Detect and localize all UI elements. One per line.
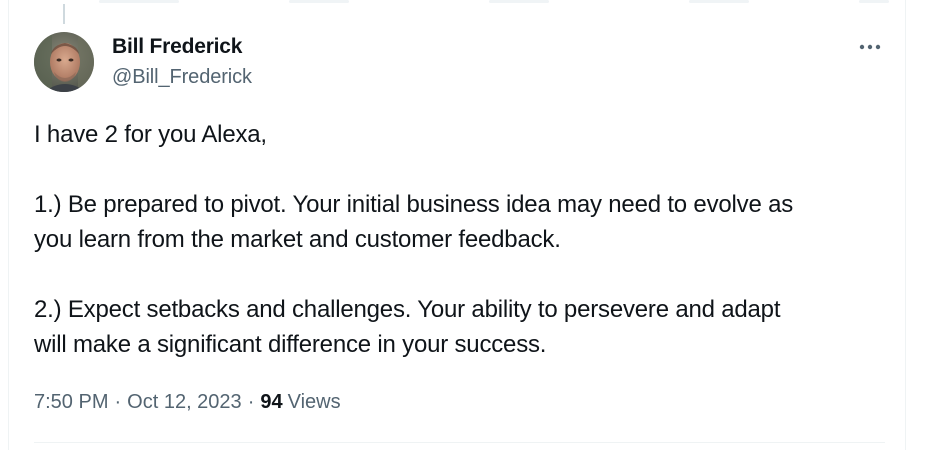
views-label: Views (287, 391, 341, 413)
meta-separator: · (247, 391, 255, 413)
tweet-text-point-1-line-2: you learn from the market and customer f… (34, 226, 561, 253)
tweet-text-point-2-line-2: will make a significant difference in yo… (34, 331, 547, 358)
more-options-button[interactable] (853, 34, 887, 60)
tweet-time[interactable]: 7:50 PM (34, 391, 108, 414)
tweet-meta: 7:50 PM · Oct 12, 2023 · 94 Views (34, 391, 341, 414)
previous-tweet-edge (859, 0, 889, 3)
previous-tweet-edge (489, 0, 549, 3)
thread-connector-line (63, 4, 65, 24)
views-count: 94 (260, 391, 283, 413)
previous-tweet-edge (289, 0, 349, 3)
tweet-text-point-1-line-1: 1.) Be prepared to pivot. Your initial b… (34, 191, 794, 218)
meta-separator: · (114, 391, 122, 413)
tweet-text-intro: I have 2 for you Alexa, (34, 121, 267, 148)
tweet-text: I have 2 for you Alexa, 1.) Be prepared … (34, 117, 884, 362)
previous-tweet-edge (99, 0, 179, 3)
author-name[interactable]: Bill Frederick (112, 35, 242, 59)
tweet-date[interactable]: Oct 12, 2023 (127, 391, 242, 414)
divider (34, 442, 885, 443)
tweet-card: Bill Frederick @Bill_Frederick I have 2 … (8, 0, 906, 450)
person-avatar-icon (34, 32, 94, 92)
author-handle[interactable]: @Bill_Frederick (112, 66, 252, 89)
more-horizontal-icon (859, 44, 881, 50)
avatar[interactable] (34, 32, 94, 92)
tweet-text-point-2-line-1: 2.) Expect setbacks and challenges. Your… (34, 296, 781, 323)
previous-tweet-edge (689, 0, 749, 3)
